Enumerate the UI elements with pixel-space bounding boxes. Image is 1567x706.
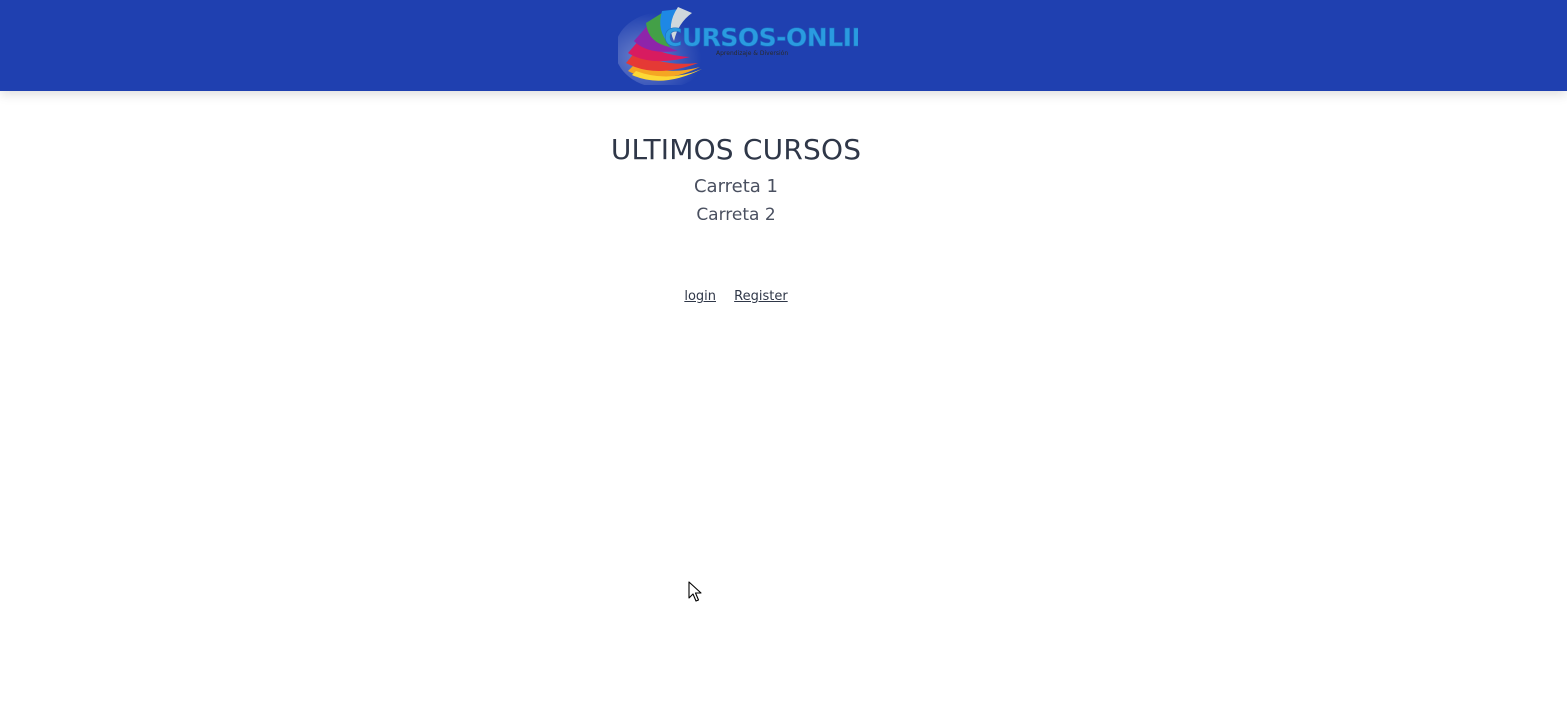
main-content: ULTIMOS CURSOS Carreta 1 Carreta 2 login… (0, 91, 1472, 304)
mouse-pointer-icon (688, 581, 702, 602)
course-list: Carreta 1 Carreta 2 (0, 173, 1472, 229)
course-item-1: Carreta 1 (693, 176, 779, 197)
register-link[interactable]: Register (734, 289, 788, 304)
logo-tagline: Aprendizaje & Diversión (716, 50, 788, 57)
site-logo[interactable]: CURSOS-ONLINE Aprendizaje & Diversión (618, 5, 858, 85)
auth-links: login Register (0, 289, 1472, 304)
course-item-2: Carreta 2 (696, 205, 776, 225)
page-title: ULTIMOS CURSOS (610, 133, 862, 166)
colorful-pages-icon: CURSOS-ONLINE Aprendizaje & Diversión (618, 7, 858, 85)
login-link[interactable]: login (684, 289, 716, 304)
logo-wordmark: CURSOS-ONLINE (664, 23, 858, 52)
top-header-bar: CURSOS-ONLINE Aprendizaje & Diversión (0, 0, 1567, 91)
